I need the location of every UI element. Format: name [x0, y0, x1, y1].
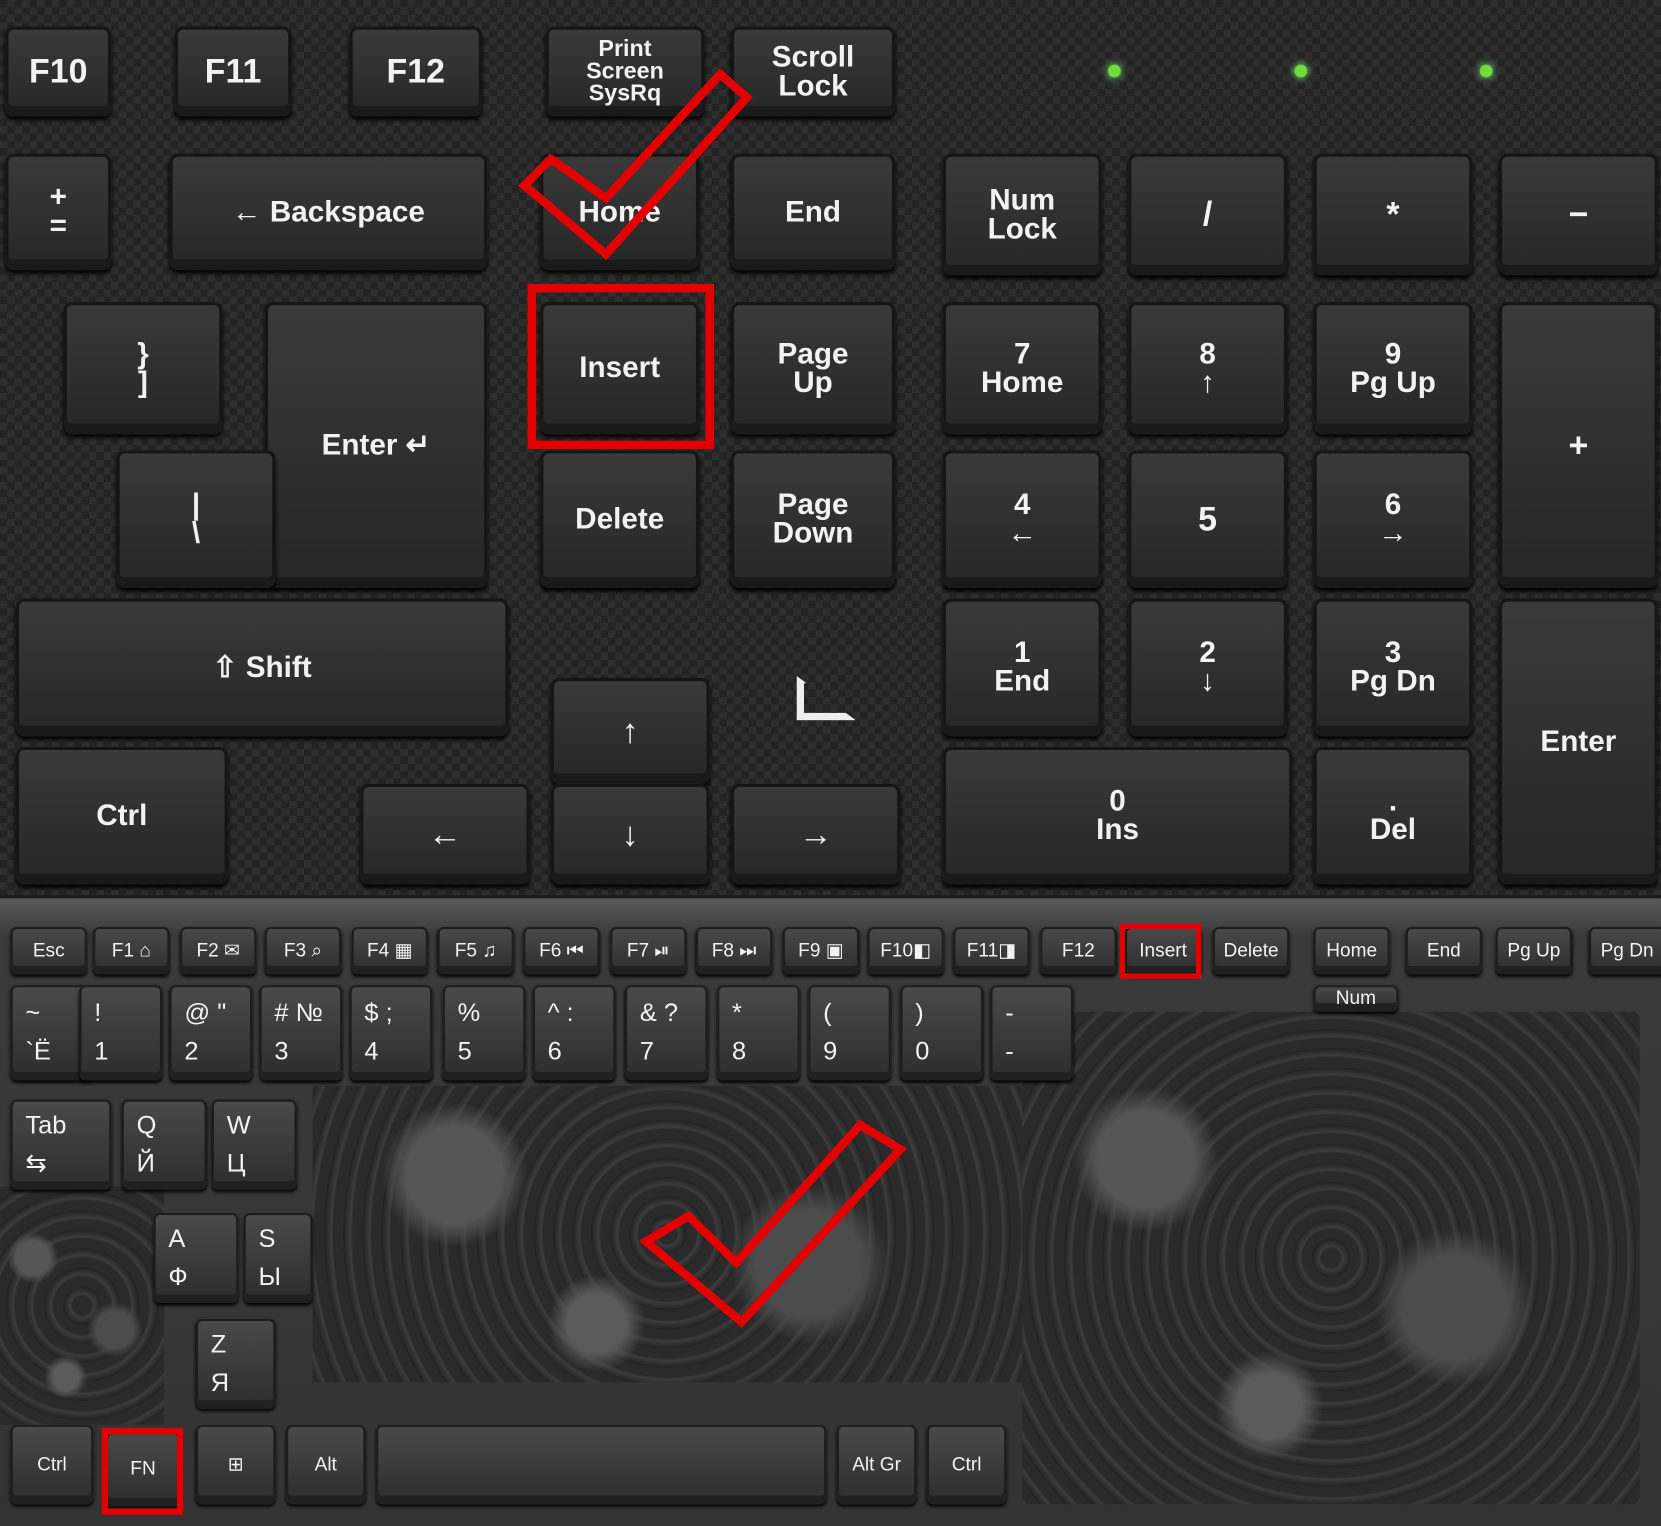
checkmark-icon: [518, 68, 753, 261]
keyboard-photo: › F10F11F12Print Screen SysRqScroll Lock…: [0, 0, 1661, 1526]
checkmark-overlay: [518, 68, 908, 1328]
checkmark-icon: [638, 1119, 908, 1328]
